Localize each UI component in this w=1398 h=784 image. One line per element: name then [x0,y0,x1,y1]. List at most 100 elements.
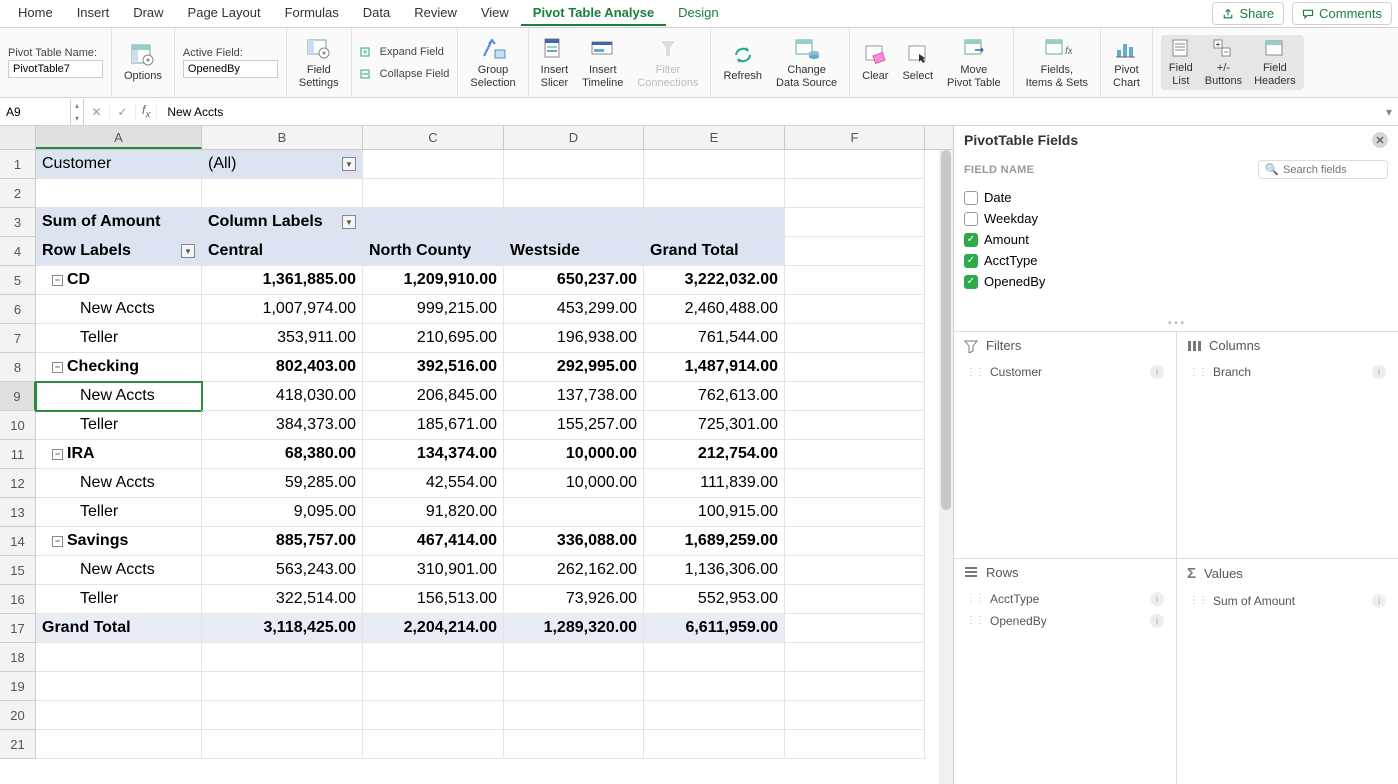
cell[interactable]: 91,820.00 [363,498,504,527]
area-pill-openedby[interactable]: ⋮⋮OpenedByi [964,610,1166,632]
cell[interactable] [36,643,202,672]
menu-item-insert[interactable]: Insert [65,1,122,26]
cell[interactable]: 9,095.00 [202,498,363,527]
comments-button[interactable]: Comments [1292,2,1392,25]
cell[interactable] [785,585,925,614]
cell[interactable] [36,701,202,730]
cell[interactable] [785,266,925,295]
cell[interactable]: 185,671.00 [363,411,504,440]
field-item-openedby[interactable]: ✓OpenedBy [962,271,1390,292]
menu-item-page-layout[interactable]: Page Layout [176,1,273,26]
cell[interactable]: 262,162.00 [504,556,644,585]
field-checkbox[interactable]: ✓ [964,275,978,289]
col-label-dropdown[interactable]: ▼ [342,215,356,229]
row-header-2[interactable]: 2 [0,179,36,208]
cell[interactable]: 563,243.00 [202,556,363,585]
group-selection-button[interactable]: Group Selection [466,36,519,88]
col-header-A[interactable]: A [36,126,202,149]
row-label-dropdown[interactable]: ▼ [181,244,195,258]
area-pill-sum-of-amount[interactable]: ⋮⋮Sum of Amounti [1187,590,1388,612]
pm-buttons-button[interactable]: + +/- Buttons [1201,38,1246,86]
cell[interactable]: 762,613.00 [644,382,785,411]
cell[interactable] [202,701,363,730]
formula-expand-button[interactable]: ▾ [1380,105,1398,119]
collapse-button[interactable]: − [52,449,63,460]
cell[interactable] [785,237,925,266]
cell[interactable]: 42,554.00 [363,469,504,498]
cells[interactable]: Customer(All)▼Sum of AmountColumn Labels… [36,150,925,759]
row-header-3[interactable]: 3 [0,208,36,237]
cancel-formula-button[interactable]: ✕ [84,105,110,119]
cell[interactable] [785,643,925,672]
cell[interactable]: 1,361,885.00 [202,266,363,295]
menu-item-review[interactable]: Review [402,1,469,26]
row-header-21[interactable]: 21 [0,730,36,759]
select-all-corner[interactable] [0,126,36,149]
cell[interactable] [785,208,925,237]
cell[interactable] [785,440,925,469]
row-header-19[interactable]: 19 [0,672,36,701]
cell[interactable] [785,179,925,208]
cell[interactable] [785,701,925,730]
accept-formula-button[interactable]: ✓ [110,105,136,119]
cell[interactable]: 3,222,032.00 [644,266,785,295]
row-header-8[interactable]: 8 [0,353,36,382]
cell[interactable]: 73,926.00 [504,585,644,614]
panel-drag-handle[interactable]: • • • [954,318,1398,331]
change-data-source-button[interactable]: Change Data Source [772,36,841,88]
filters-area[interactable]: Filters ⋮⋮Customeri [954,331,1176,558]
row-header-15[interactable]: 15 [0,556,36,585]
cell[interactable]: 999,215.00 [363,295,504,324]
group-row-CD[interactable]: −CD [36,266,202,295]
expand-field-button[interactable]: + Expand Field [360,46,444,58]
fx-icon[interactable]: fx [136,103,157,120]
field-item-weekday[interactable]: Weekday [962,208,1390,229]
cell[interactable]: 453,299.00 [504,295,644,324]
cell[interactable] [644,208,785,237]
field-checkbox[interactable] [964,191,978,205]
area-pill-branch[interactable]: ⋮⋮Branchi [1187,361,1388,383]
cell[interactable] [644,643,785,672]
info-icon[interactable]: i [1150,592,1164,606]
cell[interactable] [363,730,504,759]
name-box[interactable] [0,105,70,119]
cell[interactable] [36,672,202,701]
cell[interactable]: 336,088.00 [504,527,644,556]
row-header-17[interactable]: 17 [0,614,36,643]
cell[interactable] [504,208,644,237]
cell[interactable]: 2,460,488.00 [644,295,785,324]
cell[interactable] [785,324,925,353]
row-header-16[interactable]: 16 [0,585,36,614]
cell[interactable] [202,643,363,672]
col-label-cell[interactable]: Column Labels▼ [202,208,363,237]
values-area[interactable]: ΣValues ⋮⋮Sum of Amounti [1176,558,1398,784]
field-checkbox[interactable]: ✓ [964,254,978,268]
cell[interactable]: 384,373.00 [202,411,363,440]
pivot-chart-button[interactable]: Pivot Chart [1109,36,1144,88]
cell[interactable] [363,672,504,701]
col-header-D[interactable]: D [504,126,644,149]
cell[interactable] [785,556,925,585]
measure-cell[interactable]: Sum of Amount [36,208,202,237]
cell[interactable]: 1,689,259.00 [644,527,785,556]
[interactable] [644,150,785,179]
cell[interactable]: 134,374.00 [363,440,504,469]
row-header-10[interactable]: 10 [0,411,36,440]
spreadsheet-grid[interactable]: ABCDEF 123456789101112131415161718192021… [0,126,953,784]
child-row[interactable]: New Accts [36,382,202,411]
cell[interactable] [363,701,504,730]
cell[interactable]: 1,136,306.00 [644,556,785,585]
child-row[interactable]: Teller [36,498,202,527]
field-list[interactable]: DateWeekday✓Amount✓AcctType✓OpenedBy [954,183,1398,318]
activefield-input[interactable] [183,60,278,78]
panel-close-button[interactable]: ✕ [1372,132,1388,148]
child-row[interactable]: Teller [36,411,202,440]
col-header-central[interactable]: Central [202,237,363,266]
col-header-B[interactable]: B [202,126,363,149]
cell[interactable] [785,672,925,701]
row-header-12[interactable]: 12 [0,469,36,498]
cell[interactable] [504,179,644,208]
collapse-button[interactable]: − [52,275,63,286]
cell[interactable] [644,701,785,730]
cell[interactable] [785,382,925,411]
